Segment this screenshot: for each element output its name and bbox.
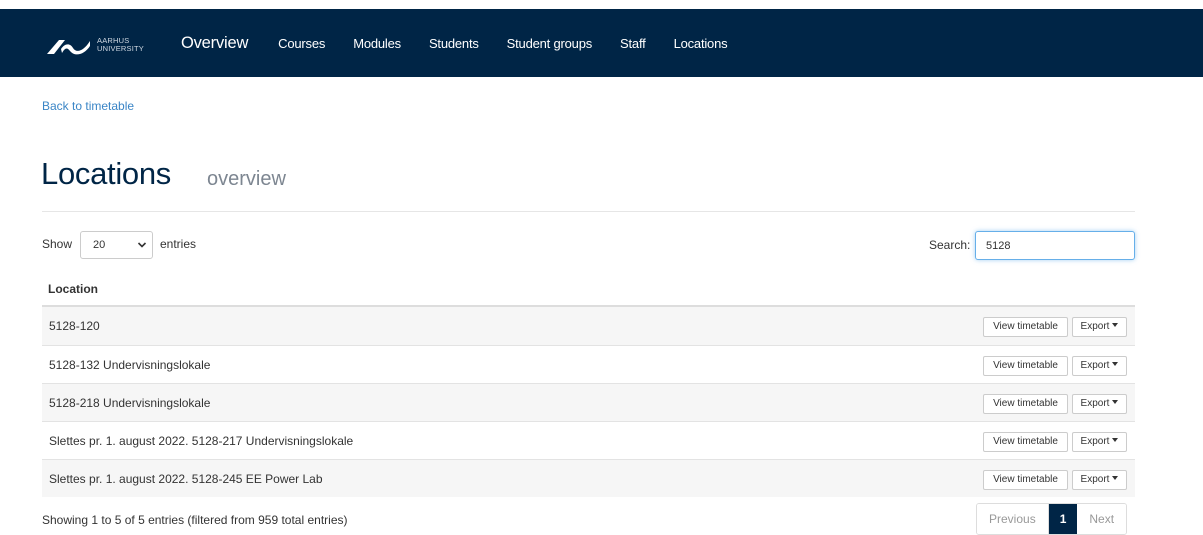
show-label: Show <box>42 237 73 251</box>
caret-down-icon <box>1112 400 1119 405</box>
nav-locations[interactable]: Locations <box>674 36 728 51</box>
entries-select-value: 20 <box>93 239 106 251</box>
nav-overview[interactable]: Overview <box>181 34 248 53</box>
nav-students[interactable]: Students <box>429 36 479 51</box>
top-navbar: AARHUS UNIVERSITY Overview Courses Modul… <box>0 9 1203 77</box>
logo-line-2: UNIVERSITY <box>97 44 145 53</box>
back-to-timetable-link[interactable]: Back to timetable <box>42 99 134 113</box>
view-timetable-button[interactable]: View timetable <box>983 356 1068 376</box>
table-row: Slettes pr. 1. august 2022. 5128-217 Und… <box>42 421 1135 459</box>
view-timetable-button[interactable]: View timetable <box>983 470 1068 490</box>
table-row: 5128-218 Undervisningslokale View timeta… <box>42 383 1135 421</box>
caret-down-icon <box>1112 362 1119 367</box>
location-name: 5128-120 <box>49 319 100 333</box>
table-info: Showing 1 to 5 of 5 entries (filtered fr… <box>42 513 348 527</box>
page-1-button[interactable]: 1 <box>1048 504 1078 534</box>
logo-text: AARHUS UNIVERSITY <box>97 37 144 53</box>
nav-modules[interactable]: Modules <box>353 36 401 51</box>
next-page-button[interactable]: Next <box>1077 504 1127 534</box>
export-button[interactable]: Export <box>1072 432 1127 452</box>
export-button[interactable]: Export <box>1072 394 1127 414</box>
export-label: Export <box>1080 436 1110 447</box>
table-row: 5128-120 View timetable Export <box>42 307 1135 345</box>
table-header[interactable]: Location <box>42 270 1135 307</box>
divider <box>42 211 1135 212</box>
table-row: 5128-132 Undervisningslokale View timeta… <box>42 345 1135 383</box>
aarhus-university-logo[interactable]: AARHUS UNIVERSITY <box>46 33 158 59</box>
logo-mark-icon <box>47 40 90 55</box>
export-button[interactable]: Export <box>1072 317 1127 337</box>
table-row: Slettes pr. 1. august 2022. 5128-245 EE … <box>42 459 1135 497</box>
export-button[interactable]: Export <box>1072 470 1127 490</box>
caret-down-icon <box>1112 476 1119 481</box>
entries-per-page-select[interactable]: 20 <box>80 231 153 259</box>
chevron-down-icon <box>137 242 147 248</box>
nav-staff[interactable]: Staff <box>620 36 646 51</box>
export-button[interactable]: Export <box>1072 356 1127 376</box>
view-timetable-button[interactable]: View timetable <box>983 394 1068 414</box>
nav-courses[interactable]: Courses <box>278 36 325 51</box>
caret-down-icon <box>1112 438 1119 443</box>
view-timetable-button[interactable]: View timetable <box>983 317 1068 337</box>
location-name: 5128-132 Undervisningslokale <box>49 358 211 372</box>
export-label: Export <box>1080 360 1110 371</box>
pagination: Previous 1 Next <box>976 503 1128 535</box>
entries-label: entries <box>160 237 197 251</box>
caret-down-icon <box>1112 323 1119 328</box>
search-label: Search: <box>929 238 971 252</box>
location-name: Slettes pr. 1. august 2022. 5128-217 Und… <box>49 434 354 448</box>
page-title: Locations <box>41 156 172 191</box>
search-input[interactable] <box>975 231 1135 260</box>
locations-table: 5128-120 View timetable Export 5128-132 … <box>42 307 1135 497</box>
page-subtitle: overview <box>207 168 286 190</box>
location-name: 5128-218 Undervisningslokale <box>49 396 211 410</box>
main-nav: Overview Courses Modules Students Studen… <box>181 9 755 77</box>
export-label: Export <box>1080 474 1110 485</box>
export-label: Export <box>1080 398 1110 409</box>
previous-page-button[interactable]: Previous <box>977 504 1049 534</box>
nav-student-groups[interactable]: Student groups <box>507 36 593 51</box>
location-name: Slettes pr. 1. august 2022. 5128-245 EE … <box>49 472 323 486</box>
export-label: Export <box>1080 321 1110 332</box>
view-timetable-button[interactable]: View timetable <box>983 432 1068 452</box>
column-header-location: Location <box>48 282 98 296</box>
